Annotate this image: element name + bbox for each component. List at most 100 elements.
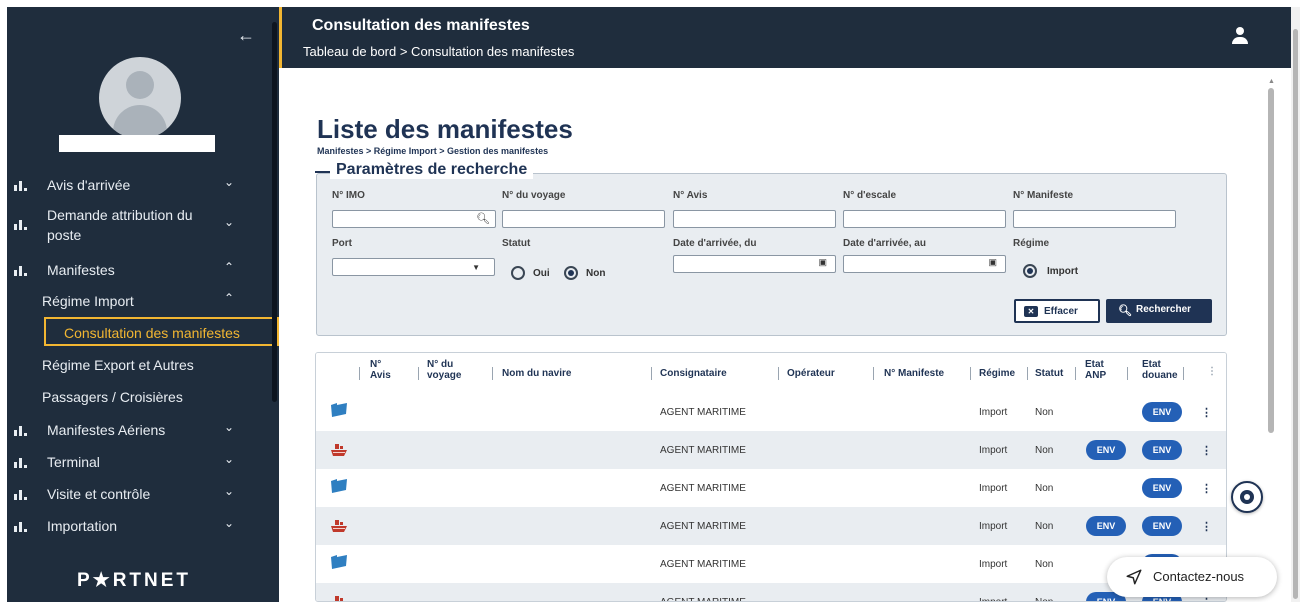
folder-icon xyxy=(330,402,348,418)
table-row[interactable]: AGENT MARITIMEImportNonENVENV⋮ xyxy=(316,507,1226,545)
statut-label: Statut xyxy=(502,238,531,249)
chevron-down-icon: ⌄ xyxy=(224,452,235,466)
consignataire-cell: AGENT MARITIME xyxy=(660,597,746,601)
etat-douane-badge[interactable]: ENV xyxy=(1142,440,1182,460)
chevron-down-icon: ⌄ xyxy=(224,484,235,498)
statut-cell: Non xyxy=(1035,521,1054,532)
main-scrollbar[interactable] xyxy=(1268,88,1274,433)
contact-button[interactable]: Contactez-nous xyxy=(1107,557,1277,597)
col-regime[interactable]: Régime xyxy=(979,368,1015,379)
statut-oui-label: Oui xyxy=(533,268,550,279)
row-menu-icon[interactable]: ⋮ xyxy=(1201,520,1212,533)
col-etat-douane[interactable]: Etat douane xyxy=(1142,359,1180,381)
search-button[interactable]: 🔍︎ Rechercher xyxy=(1106,299,1212,323)
table-row[interactable]: AGENT MARITIMEImportNonENV⋮ xyxy=(316,469,1226,507)
scroll-up-icon[interactable]: ▲ xyxy=(1268,78,1275,85)
statut-non-label: Non xyxy=(586,268,606,279)
chevron-down-icon: ⌄ xyxy=(224,215,235,229)
statut-oui-radio[interactable] xyxy=(511,266,525,280)
bar-chart-icon xyxy=(14,486,28,500)
column-menu-icon[interactable]: ⋮ xyxy=(1207,366,1217,377)
username-box xyxy=(59,135,215,152)
ship-icon xyxy=(330,443,348,457)
col-consignataire[interactable]: Consignataire xyxy=(660,368,727,379)
statut-cell: Non xyxy=(1035,407,1054,418)
sidebar-item-passagers[interactable]: Passagers / Croisières xyxy=(42,389,183,405)
port-label: Port xyxy=(332,238,352,249)
statut-non-radio[interactable] xyxy=(564,266,578,280)
bar-chart-icon xyxy=(14,177,28,191)
etat-douane-badge[interactable]: ENV xyxy=(1142,516,1182,536)
col-manifeste[interactable]: N° Manifeste xyxy=(884,368,944,379)
table-row[interactable]: AGENT MARITIMEImportNonENVENV⋮ xyxy=(316,583,1226,601)
table-row[interactable]: AGENT MARITIMEImportNonENVENV⋮ xyxy=(316,431,1226,469)
row-menu-icon[interactable]: ⋮ xyxy=(1201,482,1212,495)
manifeste-input[interactable] xyxy=(1013,210,1176,228)
clear-button[interactable]: ✕ Effacer xyxy=(1014,299,1100,323)
ship-icon xyxy=(330,519,348,533)
manifeste-label: N° Manifeste xyxy=(1013,190,1074,201)
etat-douane-badge[interactable]: ENV xyxy=(1142,402,1182,422)
accessibility-eye-icon[interactable] xyxy=(1231,481,1263,513)
date-au-label: Date d'arrivée, au xyxy=(843,238,926,249)
table-row[interactable]: AGENT MARITIMEImportNonENV⋮ xyxy=(316,393,1226,431)
voyage-input[interactable] xyxy=(502,210,665,228)
window-scrollbar[interactable] xyxy=(1291,7,1300,602)
user-icon[interactable] xyxy=(1232,27,1248,45)
col-etat-anp[interactable]: Etat ANP xyxy=(1085,359,1106,381)
statut-cell: Non xyxy=(1035,559,1054,570)
etat-douane-badge[interactable]: ENV xyxy=(1142,478,1182,498)
row-menu-icon[interactable]: ⋮ xyxy=(1201,406,1212,419)
collapse-sidebar-icon[interactable]: ← xyxy=(237,25,255,46)
statut-cell: Non xyxy=(1035,445,1054,456)
regime-cell: Import xyxy=(979,445,1008,456)
consignataire-cell: AGENT MARITIME xyxy=(660,483,746,494)
col-operateur[interactable]: Opérateur xyxy=(787,368,835,379)
imo-label: N° IMO xyxy=(332,190,365,201)
consignataire-cell: AGENT MARITIME xyxy=(660,559,746,570)
folder-icon xyxy=(330,554,348,570)
date-du-input[interactable]: ▣ xyxy=(673,255,836,273)
etat-anp-badge[interactable]: ENV xyxy=(1086,516,1126,536)
col-navire[interactable]: Nom du navire xyxy=(502,368,571,379)
avis-label: N° Avis xyxy=(673,190,708,201)
col-voyage[interactable]: N° du voyage xyxy=(427,359,461,381)
col-avis[interactable]: N° Avis xyxy=(370,359,391,381)
breadcrumb[interactable]: Tableau de bord > Consultation des manif… xyxy=(303,44,574,59)
voyage-label: N° du voyage xyxy=(502,190,566,201)
partnet-logo: P★RTNET xyxy=(77,570,192,591)
date-au-input[interactable]: ▣ xyxy=(843,255,1006,273)
regime-cell: Import xyxy=(979,521,1008,532)
chevron-up-icon: ⌃ xyxy=(224,260,235,274)
send-icon xyxy=(1126,569,1142,585)
escale-input[interactable] xyxy=(843,210,1006,228)
escale-label: N° d'escale xyxy=(843,190,897,201)
table-row[interactable]: AGENT MARITIMEImportNonENV⋮ xyxy=(316,545,1226,583)
sidebar-item-regime-import[interactable]: Régime Import xyxy=(42,293,134,309)
col-statut[interactable]: Statut xyxy=(1035,368,1063,379)
calendar-icon[interactable]: ▣ xyxy=(988,257,997,268)
table-header: N° Avis N° du voyage Nom du navire Consign… xyxy=(316,353,1226,393)
sidebar-item-regime-export[interactable]: Régime Export et Autres xyxy=(42,357,194,373)
calendar-icon[interactable]: ▣ xyxy=(818,257,827,268)
etat-anp-badge[interactable]: ENV xyxy=(1086,440,1126,460)
date-du-label: Date d'arrivée, du xyxy=(673,238,757,249)
chevron-down-icon: ⌄ xyxy=(224,175,235,189)
page-title: Liste des manifestes xyxy=(317,114,573,144)
port-select[interactable]: ▼ xyxy=(332,258,495,276)
bar-chart-icon xyxy=(14,262,28,276)
imo-input[interactable]: 🔍︎ xyxy=(332,210,496,228)
main-content: ▲ Liste des manifestes Manifestes > Régi… xyxy=(282,68,1282,602)
search-icon: 🔍︎ xyxy=(1118,305,1132,317)
sidebar-scrollbar[interactable] xyxy=(272,22,277,402)
avis-input[interactable] xyxy=(673,210,836,228)
row-menu-icon[interactable]: ⋮ xyxy=(1201,444,1212,457)
chevron-down-icon: ⌄ xyxy=(224,420,235,434)
regime-cell: Import xyxy=(979,407,1008,418)
regime-import-radio[interactable] xyxy=(1023,264,1037,278)
folder-icon xyxy=(330,478,348,494)
search-icon[interactable]: 🔍︎ xyxy=(476,212,490,225)
sidebar-item-consultation-manifestes[interactable]: Consultation des manifestes xyxy=(44,317,279,346)
backspace-icon: ✕ xyxy=(1024,306,1038,317)
regime-cell: Import xyxy=(979,483,1008,494)
